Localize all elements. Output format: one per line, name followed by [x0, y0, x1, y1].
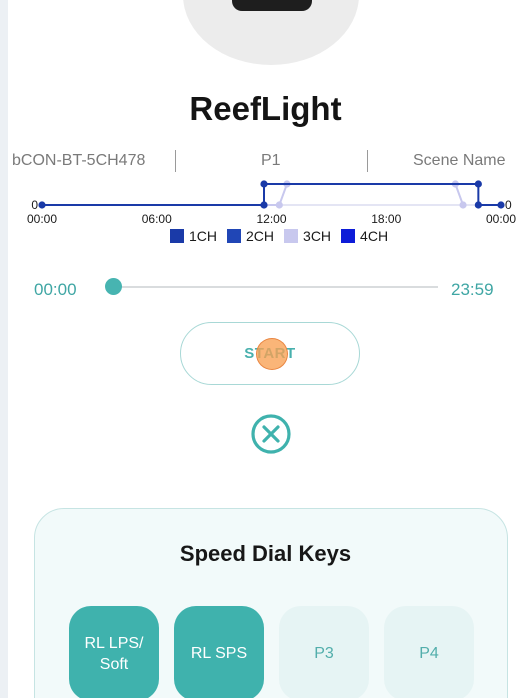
- series-line-3ch: [264, 183, 464, 206]
- speed-dial-key-rl-sps[interactable]: RL SPS: [174, 606, 264, 698]
- app-title: ReefLight: [189, 90, 342, 127]
- series-point-1ch: [474, 180, 482, 188]
- legend-swatch: [227, 229, 242, 243]
- legend-label: 1CH: [189, 228, 218, 244]
- x-tick-label: 06:00: [142, 212, 172, 226]
- device-info-row: bCON-BT-5CH478 P1 Scene Name: [8, 150, 523, 174]
- series-point-1ch: [38, 201, 46, 209]
- speed-dial-key-p3[interactable]: P3: [279, 606, 369, 698]
- legend-item-2ch: 2CH: [227, 228, 274, 244]
- speed-dial-key-label: RL SPS: [190, 645, 248, 662]
- x-tick-label: 12:00: [256, 212, 286, 226]
- series-point-3ch: [275, 201, 283, 209]
- legend-item-3ch: 3CH: [284, 228, 331, 244]
- series-point-1ch: [260, 180, 268, 188]
- scene-name[interactable]: Scene Name: [413, 152, 506, 170]
- timeline-slider-thumb[interactable]: [105, 278, 122, 295]
- legend-swatch: [341, 229, 356, 243]
- device-name: bCON-BT-5CH478: [12, 152, 146, 169]
- speed-dial-key-label: P4: [419, 645, 439, 662]
- app-screen: ReefLight bCON-BT-5CH478 P1 Scene Name 0…: [8, 0, 523, 698]
- series-point-3ch: [459, 201, 467, 209]
- timeline-end-time: 23:59: [451, 280, 494, 299]
- timeline-slider-track[interactable]: [118, 286, 438, 288]
- x-tick-label: 18:00: [371, 212, 401, 226]
- legend-swatch: [170, 229, 184, 243]
- speed-dial-key-rl-lps-soft[interactable]: RL LPS/ Soft: [69, 606, 159, 698]
- legend-label: 3CH: [303, 228, 332, 244]
- legend-label: 4CH: [360, 228, 389, 244]
- touch-indicator: [256, 338, 288, 370]
- legend-swatch: [284, 229, 299, 243]
- x-tick-label: 00:00: [486, 212, 516, 226]
- light-schedule-chart[interactable]: 00:00 06:00 12:00 18:00 00:000 0: [8, 178, 523, 226]
- program-label[interactable]: P1: [261, 152, 281, 170]
- device-image-top: [232, 0, 312, 11]
- close-circle-icon[interactable]: [250, 413, 292, 455]
- series-line-1ch: [42, 183, 501, 206]
- series-point-1ch: [497, 201, 505, 209]
- series-point-1ch: [474, 201, 482, 209]
- chart-legend: 1CH 2CH 3CH 4CH: [170, 226, 398, 246]
- speed-dial-key-p4[interactable]: P4: [384, 606, 474, 698]
- divider: [175, 150, 176, 172]
- legend-item-1ch: 1CH: [170, 228, 217, 244]
- legend-item-4ch: 4CH: [341, 228, 388, 244]
- speed-dial-key-label: P3: [314, 645, 334, 662]
- y-start-label: 0: [31, 198, 38, 212]
- timeline-start-time: 00:00: [34, 280, 77, 299]
- divider: [367, 150, 368, 172]
- y-end-label: 0: [505, 198, 512, 212]
- speed-dial-title: Speed Dial Keys: [179, 541, 352, 566]
- speed-dial-key-label: RL LPS/ Soft: [84, 634, 144, 673]
- legend-label: 2CH: [246, 228, 275, 244]
- series-point-1ch: [260, 201, 268, 209]
- x-tick-label: 00:00: [27, 212, 57, 226]
